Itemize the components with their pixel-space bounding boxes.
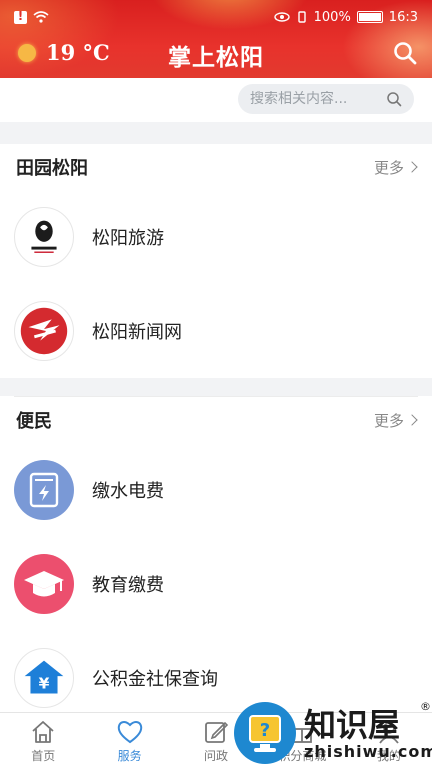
more-label: 更多 [373,411,404,430]
home-icon [32,721,54,743]
status-time: 16:3 [388,9,418,25]
item-label: 松阳旅游 [92,228,164,249]
status-bar: 100% 16:3 [0,0,432,34]
watermark-title: 知识屋 [304,706,401,744]
section-header: 田园松阳 更多 [0,144,432,190]
nav-item-service[interactable]: 服务 [86,713,172,768]
heart-icon [117,721,142,744]
vibrate-icon [297,11,306,23]
section-tianyuan-songyang: 田园松阳 更多 松阳旅游 松阳新闻网 [0,144,432,378]
magnifier-icon[interactable] [386,91,402,107]
house-yen-icon: ¥ [14,648,74,708]
section-bianmin: 便民 更多 缴水电费 教育缴费 ¥ 公积金社保查询 [0,396,432,725]
search-input[interactable] [250,91,386,107]
chevron-right-icon [406,161,418,173]
item-label: 松阳新闻网 [92,322,182,343]
nav-label: 问政 [204,749,229,763]
edit-icon [205,721,229,743]
alert-icon [14,9,27,24]
nav-label: 首页 [31,749,56,763]
svg-text:?: ? [260,720,270,741]
item-label: 缴水电费 [92,481,164,502]
songyang-tourism-logo-icon [14,207,74,267]
section-title: 便民 [16,411,52,432]
app-title: 掌上松阳 [168,45,264,71]
watermark-logo-icon: ? [234,702,296,764]
nav-label: 服务 [117,749,142,763]
battery-icon [356,11,383,23]
section-title: 田园松阳 [16,158,88,179]
svg-text:¥: ¥ [39,675,50,693]
more-label: 更多 [373,158,404,177]
search-bar[interactable] [238,84,414,114]
more-link[interactable]: 更多 [373,410,418,431]
list-item-songyang-news[interactable]: 松阳新闻网 [0,284,432,378]
wifi-icon [33,11,49,23]
watermark-url: zhishiwu.com [304,742,432,761]
list-item-education-payment[interactable]: 教育缴费 [0,537,432,631]
watermark-registered-mark: ® [420,700,431,713]
songyang-news-logo-icon [14,301,74,361]
search-area [0,78,432,122]
utility-meter-icon [14,460,74,520]
nav-item-home[interactable]: 首页 [0,713,86,768]
chevron-right-icon [406,414,418,426]
list-item-utility-payment[interactable]: 缴水电费 [0,443,432,537]
section-header: 便民 更多 [0,397,432,443]
search-icon[interactable] [392,40,418,66]
eye-icon [273,12,290,22]
item-label: 公积金社保查询 [92,669,218,690]
item-label: 教育缴费 [92,575,164,596]
list-item-songyang-tourism[interactable]: 松阳旅游 [0,190,432,284]
app-header: 100% 16:3 19 °C 掌上松阳 [0,0,432,78]
watermark: ? 知识屋 ® zhishiwu.com [234,698,432,768]
battery-percent: 100% [313,9,351,25]
more-link[interactable]: 更多 [373,157,418,178]
graduation-cap-icon [14,554,74,614]
